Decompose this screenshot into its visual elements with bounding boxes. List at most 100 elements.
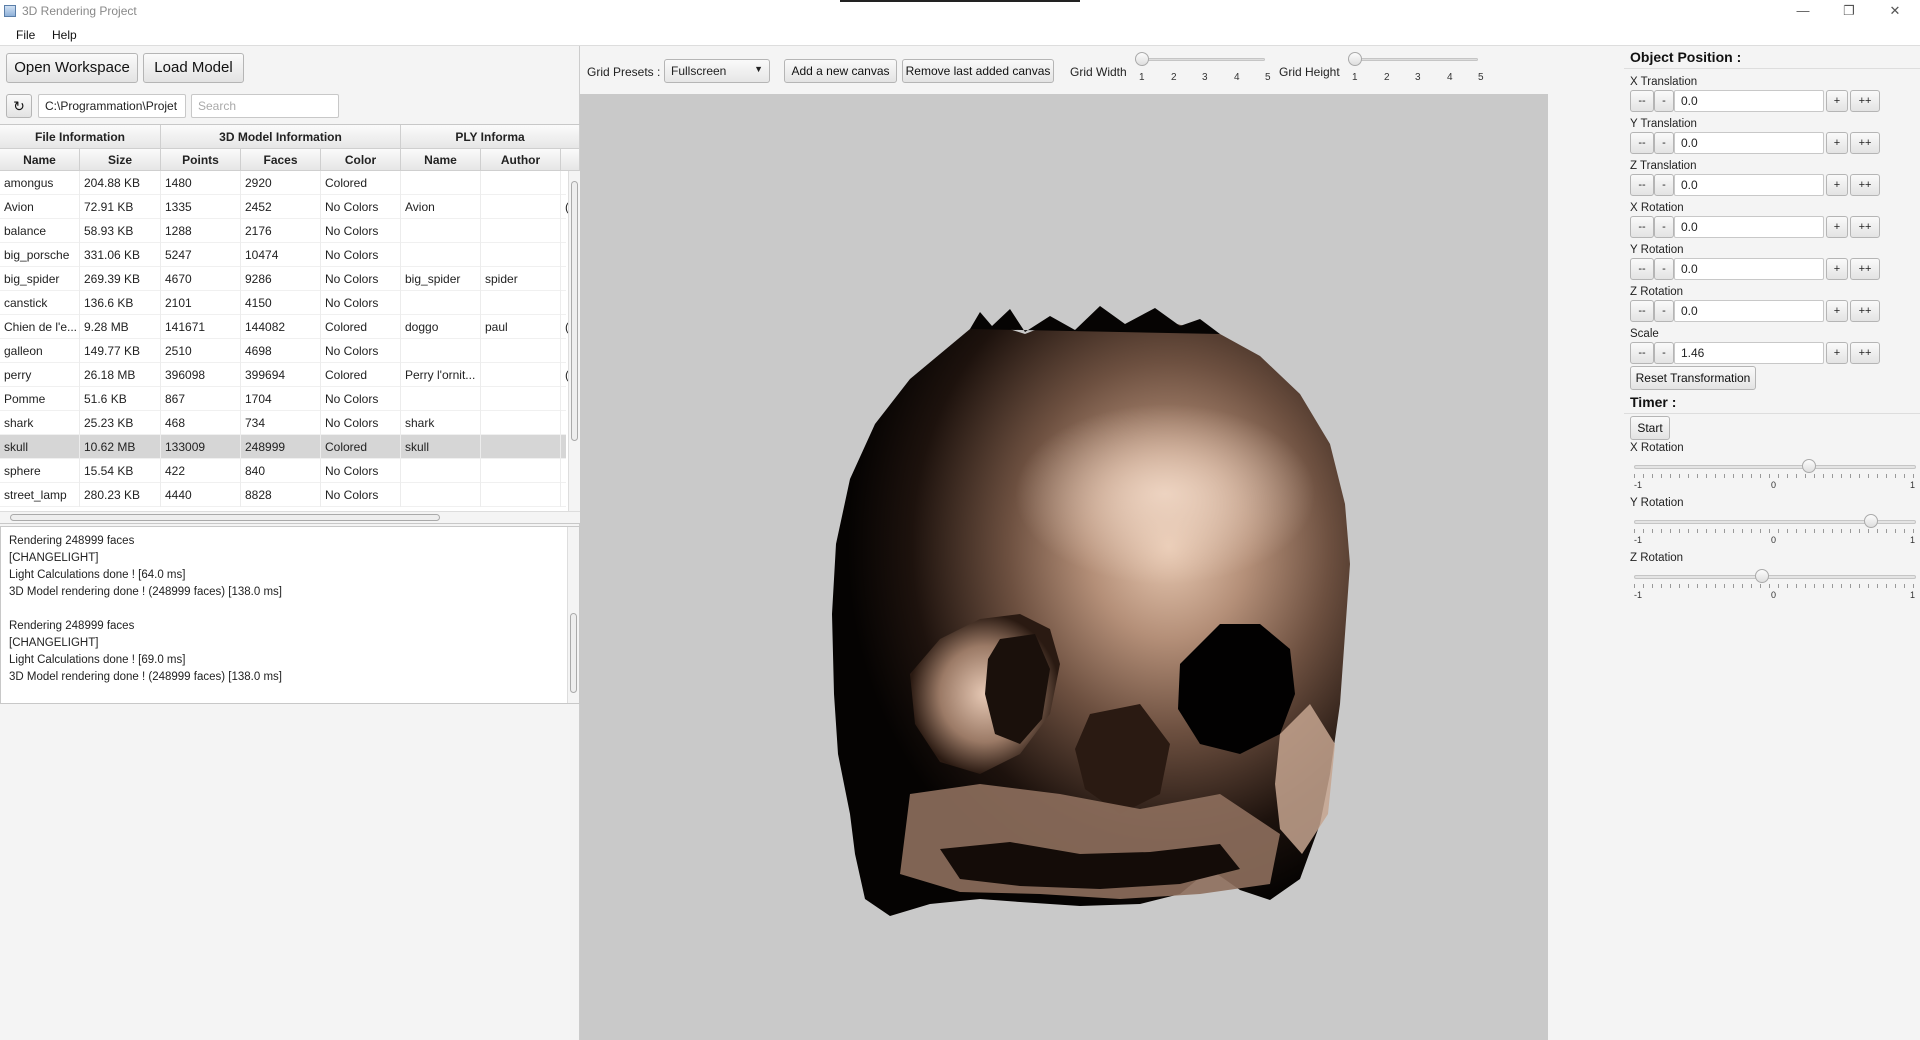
y-translation-input[interactable]: 0.0 xyxy=(1674,132,1824,154)
timer-z-rotation-slider[interactable]: -1 0 1 xyxy=(1634,566,1916,600)
slider-handle[interactable] xyxy=(1864,514,1879,528)
start-timer-button[interactable]: Start xyxy=(1630,416,1670,440)
y-rotation-decrement-button[interactable]: - xyxy=(1654,258,1674,280)
table-row[interactable]: skull 10.62 MB 133009 248999 Colored skull xyxy=(0,435,580,459)
table-cell: Pomme xyxy=(0,387,80,411)
grid-width-slider-handle[interactable] xyxy=(1135,52,1149,66)
table-row[interactable]: balance 58.93 KB 1288 2176 No Colors xyxy=(0,219,580,243)
x-translation-decrement-large-button[interactable]: -- xyxy=(1630,90,1654,112)
y-translation-increment-button[interactable]: + xyxy=(1826,132,1848,154)
grid-width-slider[interactable]: 1 2 3 4 5 xyxy=(1135,46,1271,83)
z-rotation-decrement-button[interactable]: - xyxy=(1654,300,1674,322)
x-rotation-increment-button[interactable]: + xyxy=(1826,216,1848,238)
x-rotation-input[interactable]: 0.0 xyxy=(1674,216,1824,238)
z-translation-increment-large-button[interactable]: ++ xyxy=(1850,174,1880,196)
y-rotation-decrement-large-button[interactable]: -- xyxy=(1630,258,1654,280)
grid-height-slider-handle[interactable] xyxy=(1348,52,1362,66)
scale-decrement-button[interactable]: - xyxy=(1654,342,1674,364)
maximize-icon[interactable]: ❐ xyxy=(1826,0,1872,24)
log-line: Rendering 248999 faces xyxy=(9,535,135,547)
table-row[interactable]: canstick 136.6 KB 2101 4150 No Colors xyxy=(0,291,580,315)
y-translation-decrement-large-button[interactable]: -- xyxy=(1630,132,1654,154)
table-cell: 2452 xyxy=(241,195,321,219)
table-row[interactable]: big_spider 269.39 KB 4670 9286 No Colors big_… xyxy=(0,267,580,291)
timer-y-rotation-slider[interactable]: -1 0 1 xyxy=(1634,511,1916,545)
table-row[interactable]: perry 26.18 MB 396098 399694 Colored Perry l'… xyxy=(0,363,580,387)
slider-handle[interactable] xyxy=(1801,459,1816,473)
table-cell: Colored xyxy=(321,435,401,459)
y-rotation-increment-button[interactable]: + xyxy=(1826,258,1848,280)
table-row[interactable]: Avion 72.91 KB 1335 2452 No Colors Avion( xyxy=(0,195,580,219)
x-rotation-increment-large-button[interactable]: ++ xyxy=(1850,216,1880,238)
close-icon[interactable]: ✕ xyxy=(1872,0,1918,24)
column-header-name[interactable]: Name xyxy=(0,149,80,171)
load-model-button[interactable]: Load Model xyxy=(143,53,244,83)
log-line: [CHANGELIGHT] xyxy=(9,637,99,649)
table-vertical-scrollbar[interactable] xyxy=(568,171,580,511)
z-rotation-increment-large-button[interactable]: ++ xyxy=(1850,300,1880,322)
column-header-author[interactable]: Author xyxy=(481,149,561,171)
z-translation-decrement-large-button[interactable]: -- xyxy=(1630,174,1654,196)
table-cell: 15.54 KB xyxy=(80,459,161,483)
remove-canvas-button[interactable]: Remove last added canvas xyxy=(902,59,1054,83)
grid-height-slider[interactable]: 1 2 3 4 5 xyxy=(1348,46,1484,83)
z-rotation-decrement-large-button[interactable]: -- xyxy=(1630,300,1654,322)
table-row[interactable]: Pomme 51.6 KB 867 1704 No Colors xyxy=(0,387,580,411)
grid-presets-select[interactable]: Fullscreen ▼ xyxy=(664,59,770,83)
refresh-icon[interactable]: ↻ xyxy=(6,94,32,118)
table-cell: 2176 xyxy=(241,219,321,243)
table-cell: amongus xyxy=(0,171,80,195)
tick-label: 1 xyxy=(1910,535,1916,545)
z-translation-input[interactable]: 0.0 xyxy=(1674,174,1824,196)
z-rotation-increment-button[interactable]: + xyxy=(1826,300,1848,322)
column-header-faces[interactable]: Faces xyxy=(241,149,321,171)
table-cell: Perry l'ornit... xyxy=(401,363,481,387)
timer-x-rotation-slider[interactable]: -1 0 1 xyxy=(1634,456,1916,490)
scale-increment-button[interactable]: + xyxy=(1826,342,1848,364)
menu-file[interactable]: File xyxy=(16,28,35,42)
open-workspace-button[interactable]: Open Workspace xyxy=(6,53,138,83)
x-rotation-decrement-large-button[interactable]: -- xyxy=(1630,216,1654,238)
z-rotation-input[interactable]: 0.0 xyxy=(1674,300,1824,322)
y-translation-decrement-button[interactable]: - xyxy=(1654,132,1674,154)
z-translation-decrement-button[interactable]: - xyxy=(1654,174,1674,196)
search-input[interactable] xyxy=(191,94,339,118)
table-row[interactable]: street_lamp 280.23 KB 4440 8828 No Colors xyxy=(0,483,580,507)
table-horizontal-scrollbar[interactable] xyxy=(0,511,580,523)
log-line: Rendering 248999 faces xyxy=(9,620,135,632)
x-translation-input[interactable]: 0.0 xyxy=(1674,90,1824,112)
workspace-path-field[interactable]: C:\Programmation\Projet xyxy=(38,94,186,118)
z-translation-increment-button[interactable]: + xyxy=(1826,174,1848,196)
table-cell: 2101 xyxy=(161,291,241,315)
y-rotation-increment-large-button[interactable]: ++ xyxy=(1850,258,1880,280)
x-rotation-decrement-button[interactable]: - xyxy=(1654,216,1674,238)
y-translation-increment-large-button[interactable]: ++ xyxy=(1850,132,1880,154)
table-row[interactable]: big_porsche 331.06 KB 5247 10474 No Colors xyxy=(0,243,580,267)
column-header-size[interactable]: Size xyxy=(80,149,161,171)
table-row[interactable]: amongus 204.88 KB 1480 2920 Colored xyxy=(0,171,580,195)
slider-handle[interactable] xyxy=(1754,569,1769,583)
scale-increment-large-button[interactable]: ++ xyxy=(1850,342,1880,364)
add-canvas-button[interactable]: Add a new canvas xyxy=(784,59,897,83)
table-row[interactable]: sphere 15.54 KB 422 840 No Colors xyxy=(0,459,580,483)
grid-presets-label: Grid Presets : xyxy=(587,65,661,79)
column-header-points[interactable]: Points xyxy=(161,149,241,171)
table-cell xyxy=(481,483,561,507)
reset-transformation-button[interactable]: Reset Transformation xyxy=(1630,366,1756,390)
scale-decrement-large-button[interactable]: -- xyxy=(1630,342,1654,364)
scale-input[interactable]: 1.46 xyxy=(1674,342,1824,364)
x-translation-decrement-button[interactable]: - xyxy=(1654,90,1674,112)
x-translation-increment-large-button[interactable]: ++ xyxy=(1850,90,1880,112)
render-canvas[interactable] xyxy=(580,94,1548,1040)
y-rotation-input[interactable]: 0.0 xyxy=(1674,258,1824,280)
table-row[interactable]: shark 25.23 KB 468 734 No Colors shark xyxy=(0,411,580,435)
log-scrollbar[interactable] xyxy=(567,527,579,703)
menu-help[interactable]: Help xyxy=(52,28,77,42)
column-header-color[interactable]: Color xyxy=(321,149,401,171)
table-row[interactable]: Chien de l'e... 9.28 MB 141671 144082 Colore… xyxy=(0,315,580,339)
minimize-icon[interactable]: — xyxy=(1780,0,1826,24)
x-translation-increment-button[interactable]: + xyxy=(1826,90,1848,112)
table-row[interactable]: galleon 149.77 KB 2510 4698 No Colors xyxy=(0,339,580,363)
column-header-ply-name[interactable]: Name xyxy=(401,149,481,171)
table-cell: 4698 xyxy=(241,339,321,363)
